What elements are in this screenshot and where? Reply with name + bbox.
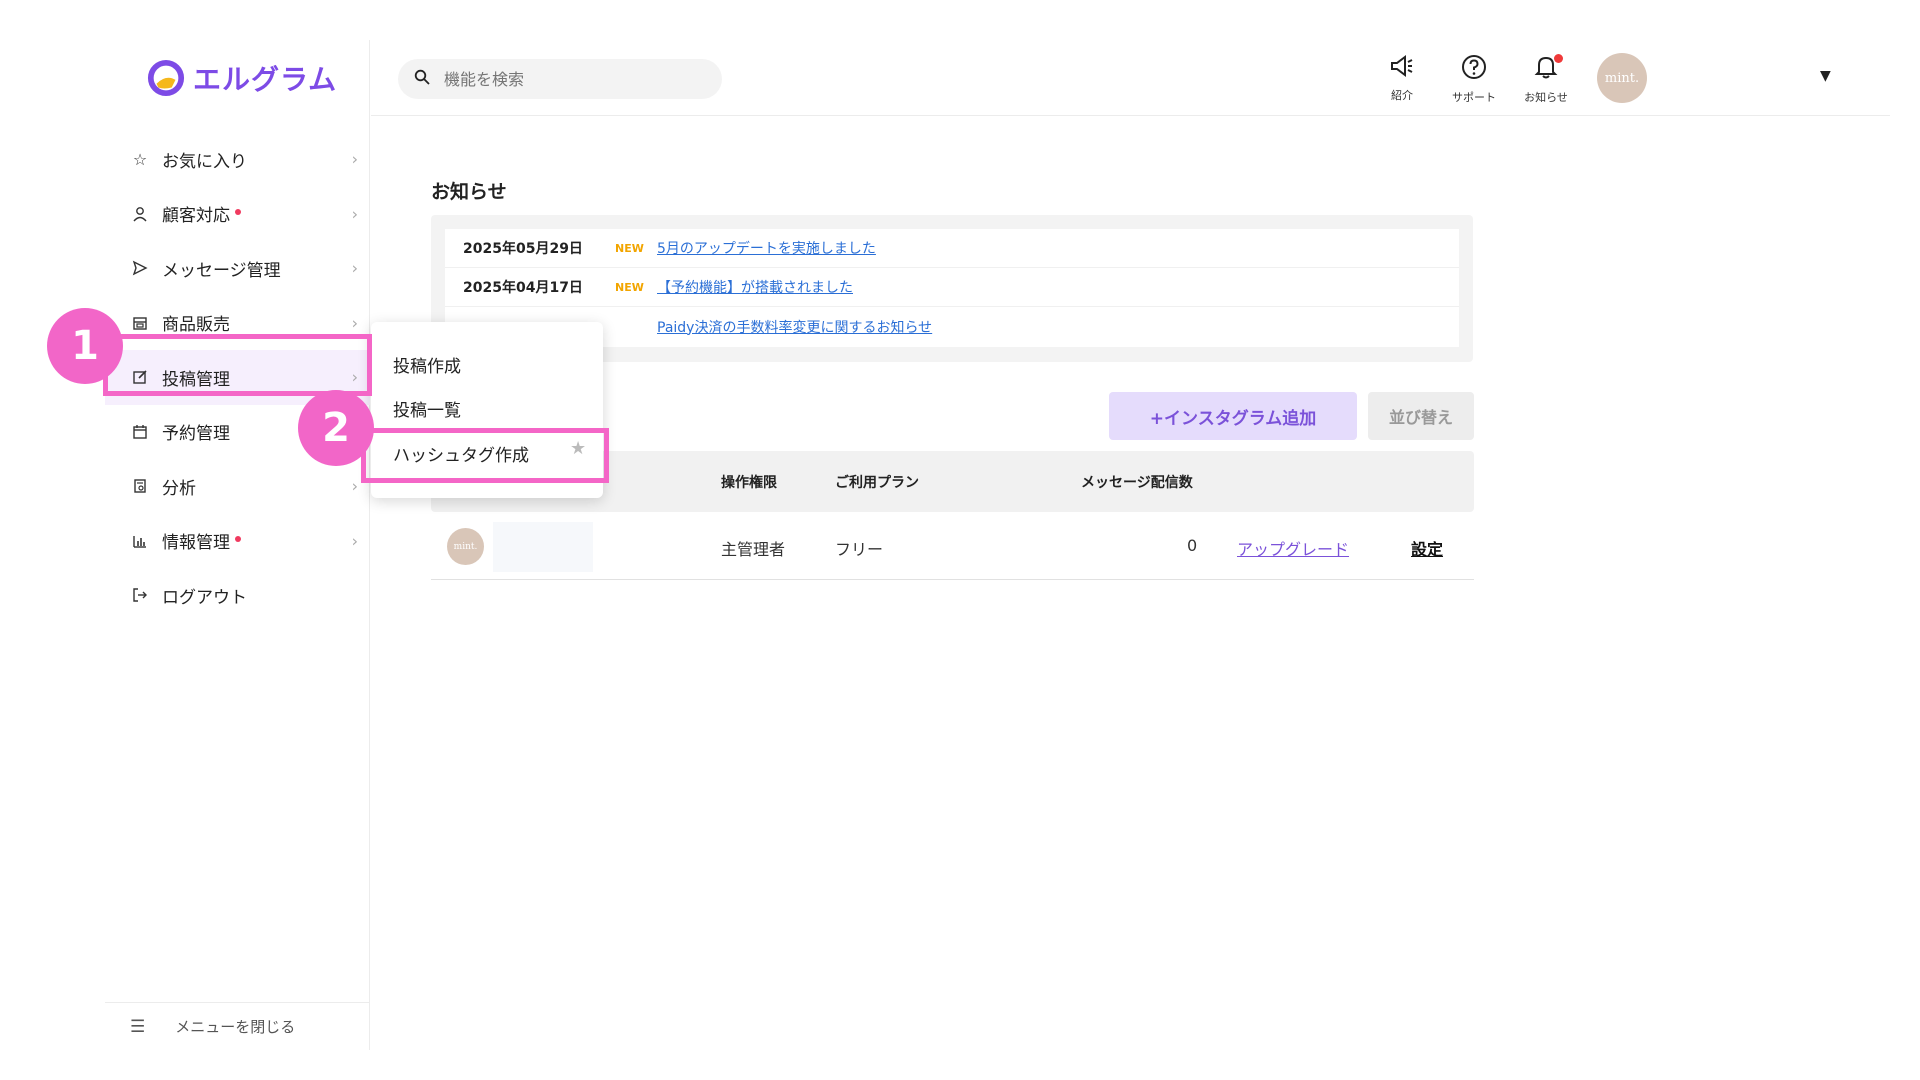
- new-badge: NEW: [615, 241, 644, 255]
- news-date: 2025年05月29日: [463, 241, 583, 257]
- megaphone-icon: [1372, 54, 1432, 85]
- sidebar-item-label: メッセージ管理: [162, 260, 281, 281]
- notifications-label: お知らせ: [1524, 91, 1568, 104]
- user-icon: [130, 204, 150, 224]
- referral-button[interactable]: 紹介: [1372, 54, 1432, 103]
- star-icon: ☆: [132, 149, 148, 169]
- sidebar-item-messages[interactable]: メッセージ管理 ›: [105, 241, 370, 296]
- account-avatar: mint.: [447, 528, 484, 565]
- help-icon: [1444, 54, 1504, 87]
- submenu-item-create-post[interactable]: 投稿作成: [393, 352, 461, 377]
- logo-text: エルグラム: [193, 63, 338, 96]
- sidebar-item-favorites[interactable]: ☆ お気に入り ›: [105, 132, 370, 187]
- role-cell: 主管理者: [721, 540, 786, 559]
- close-menu-button[interactable]: ☰ メニューを閉じる: [105, 1002, 370, 1050]
- send-icon: [130, 258, 150, 278]
- chevron-right-icon: ›: [351, 476, 358, 496]
- sidebar-item-label: 分析: [162, 478, 196, 499]
- sidebar-item-label: 顧客対応: [162, 206, 230, 227]
- plan-cell: フリー: [835, 540, 884, 559]
- search-input[interactable]: [444, 69, 684, 89]
- sort-button[interactable]: 並び替え: [1368, 392, 1474, 440]
- highlight-box-step1: [103, 334, 372, 396]
- sidebar-item-label: 予約管理: [162, 424, 230, 445]
- search-bar[interactable]: [398, 59, 722, 99]
- news-link[interactable]: Paidy決済の手数料率変更に関するお知らせ: [657, 317, 932, 337]
- chevron-right-icon: ›: [351, 531, 358, 551]
- messages-cell: 0: [1187, 536, 1198, 555]
- account-name-placeholder: [493, 522, 593, 572]
- notification-dot: [235, 535, 241, 542]
- logo-icon: [147, 59, 185, 97]
- sidebar-item-label: お気に入り: [162, 151, 247, 172]
- top-header: 紹介 サポート お知らせ mint. ▼: [371, 40, 1890, 116]
- step-badge-2: 2: [298, 390, 374, 466]
- sidebar-item-info[interactable]: 情報管理 ›: [105, 514, 370, 569]
- notification-dot: [235, 208, 241, 215]
- sidebar-item-customers[interactable]: 顧客対応 ›: [105, 187, 370, 242]
- notifications-button[interactable]: お知らせ: [1516, 54, 1576, 105]
- column-header-role: 操作権限: [721, 475, 777, 491]
- step-badge-1: 1: [47, 308, 123, 384]
- chart-icon: [130, 531, 150, 551]
- sidebar-item-analytics[interactable]: 分析 ›: [105, 459, 370, 514]
- user-avatar[interactable]: mint.: [1597, 53, 1647, 103]
- chevron-right-icon: ›: [351, 204, 358, 224]
- bell-icon: [1516, 54, 1576, 87]
- chevron-right-icon: ›: [351, 149, 358, 169]
- search-icon: [414, 69, 430, 90]
- news-item: 2025年05月29日 NEW 5月のアップデートを実施しました: [445, 229, 1459, 268]
- table-row: mint. 主管理者 フリー 0 アップグレード 設定: [431, 512, 1474, 580]
- support-button[interactable]: サポート: [1444, 54, 1504, 105]
- report-icon: [130, 476, 150, 496]
- news-link[interactable]: 【予約機能】が搭載されました: [657, 277, 853, 297]
- store-icon: [130, 313, 150, 333]
- calendar-icon: [130, 422, 150, 442]
- news-link[interactable]: 5月のアップデートを実施しました: [657, 238, 876, 258]
- new-badge: NEW: [615, 280, 644, 294]
- referral-label: 紹介: [1391, 89, 1413, 102]
- app-logo[interactable]: エルグラム: [147, 58, 337, 98]
- highlight-box-step2: [361, 428, 609, 483]
- chevron-down-icon[interactable]: ▼: [1820, 68, 1831, 84]
- menu-collapse-icon: ☰: [130, 1016, 146, 1037]
- sidebar-item-label: 商品販売: [162, 315, 230, 336]
- settings-link[interactable]: 設定: [1411, 536, 1443, 560]
- column-header-plan: ご利用プラン: [835, 475, 919, 491]
- news-date: 2025年04月17日: [463, 280, 583, 296]
- notification-dot: [1554, 54, 1563, 63]
- logout-icon: [130, 585, 150, 605]
- sidebar-item-logout[interactable]: ログアウト: [105, 568, 370, 623]
- submenu-item-post-list[interactable]: 投稿一覧: [393, 396, 461, 421]
- column-header-messages: メッセージ配信数: [1081, 475, 1193, 491]
- chevron-right-icon: ›: [351, 313, 358, 333]
- add-instagram-button[interactable]: +インスタグラム追加: [1109, 392, 1357, 440]
- sidebar: エルグラム ☆ お気に入り › 顧客対応 › メッセージ管理 › 商品販売 › …: [105, 40, 370, 1050]
- sidebar-item-label: ログアウト: [162, 587, 247, 608]
- support-label: サポート: [1452, 91, 1496, 104]
- news-title: お知らせ: [431, 181, 507, 203]
- chevron-right-icon: ›: [351, 258, 358, 278]
- sidebar-item-label: 情報管理: [162, 533, 230, 554]
- close-menu-label: メニューを閉じる: [175, 1018, 296, 1036]
- upgrade-link[interactable]: アップグレード: [1237, 536, 1349, 560]
- news-item: 2025年04月17日 NEW 【予約機能】が搭載されました: [445, 268, 1459, 307]
